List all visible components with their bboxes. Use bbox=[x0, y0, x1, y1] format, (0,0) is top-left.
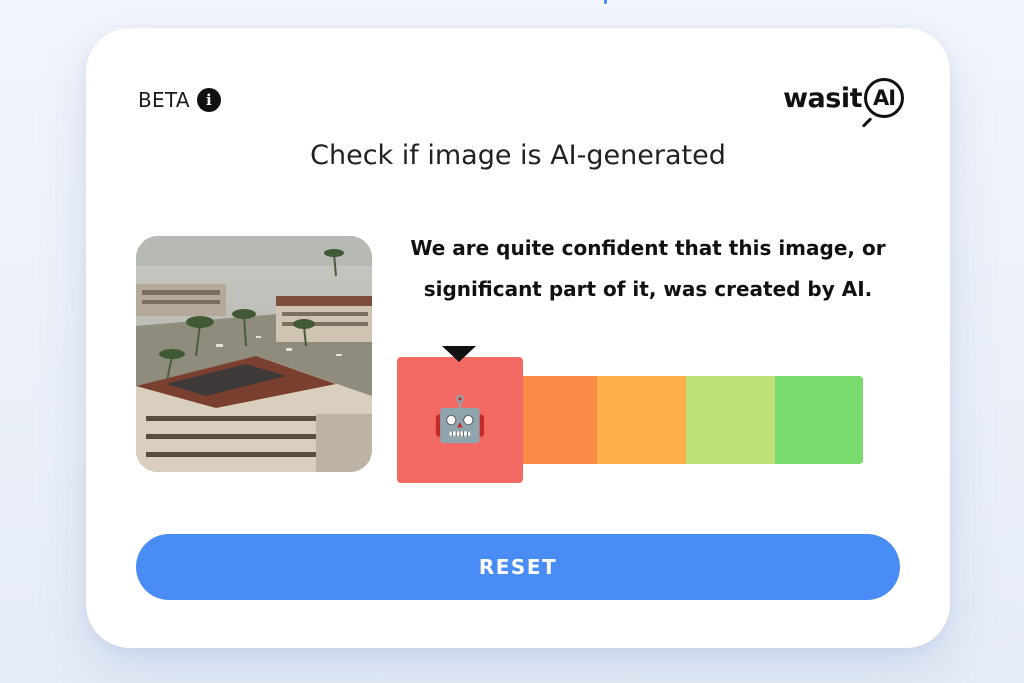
meter-active-segment: 🤖 bbox=[397, 357, 523, 483]
verdict-text: We are quite confident that this image, … bbox=[386, 228, 910, 310]
logo-badge: AI bbox=[872, 86, 896, 110]
beta-badge: BETA i bbox=[138, 88, 221, 112]
analyzed-image bbox=[136, 236, 372, 472]
meter-segment-4 bbox=[686, 376, 775, 464]
detector-card: BETA i wasit AI Check if image is AI-gen… bbox=[86, 28, 950, 648]
magnifier-icon: AI bbox=[861, 78, 904, 128]
meter-segment-5 bbox=[775, 376, 863, 464]
info-icon[interactable]: i bbox=[196, 88, 221, 112]
top-indicator bbox=[604, 0, 607, 4]
page-title: Check if image is AI-generated bbox=[310, 140, 726, 171]
meter-pointer-icon bbox=[442, 346, 476, 362]
robot-icon: 🤖 bbox=[432, 394, 488, 445]
verdict-line-1: We are quite confident that this image, … bbox=[410, 236, 886, 260]
meter-segment-3 bbox=[597, 376, 686, 464]
verdict-line-2: significant part of it, was created by A… bbox=[423, 277, 873, 301]
reset-button[interactable]: RESET bbox=[136, 534, 900, 600]
beta-label: BETA bbox=[138, 88, 190, 112]
logo-text: wasit bbox=[783, 82, 862, 114]
wasitai-logo: wasit AI bbox=[783, 78, 904, 128]
